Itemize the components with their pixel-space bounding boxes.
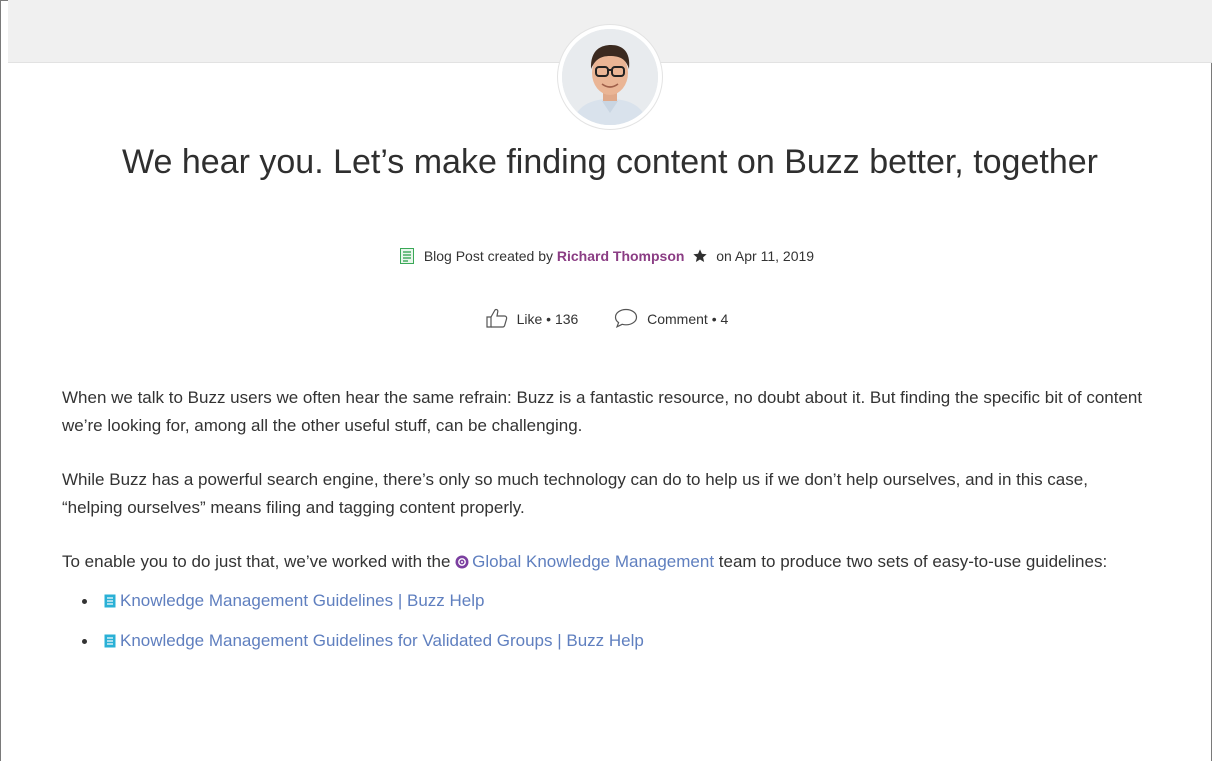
list-item: Knowledge Management Guidelines for Vali… xyxy=(82,622,1152,662)
avatar-photo xyxy=(562,29,658,125)
comment-separator: • xyxy=(711,311,717,327)
like-label: Like xyxy=(516,311,543,327)
like-separator: • xyxy=(546,311,552,327)
like-count: 136 xyxy=(554,311,579,327)
post-date: on Apr 11, 2019 xyxy=(716,248,815,264)
paragraph-3-text-start: To enable you to do just that, we’ve wor… xyxy=(62,552,456,571)
group-link-label: Global Knowledge Management xyxy=(472,552,715,571)
post-title: We hear you. Let’s make finding content … xyxy=(122,143,1098,181)
list-item: Knowledge Management Guidelines | Buzz H… xyxy=(82,582,1152,622)
post-actions: Like • 136 Comment • 4 xyxy=(0,308,1214,330)
km-guidelines-link[interactable]: Knowledge Management Guidelines | Buzz H… xyxy=(104,591,484,610)
km-validated-guidelines-link[interactable]: Knowledge Management Guidelines for Vali… xyxy=(104,631,644,650)
author-avatar[interactable] xyxy=(558,25,662,129)
like-button[interactable]: Like • 136 xyxy=(486,308,579,330)
guideline-links: Knowledge Management Guidelines | Buzz H… xyxy=(62,582,1152,662)
paragraph-2: While Buzz has a powerful search engine,… xyxy=(62,470,1088,517)
comment-count: 4 xyxy=(720,311,729,327)
post-type-label: Blog Post created by xyxy=(423,248,553,264)
paragraph-3-text-end: team to produce two sets of easy-to-use … xyxy=(714,552,1108,571)
km-guidelines-label: Knowledge Management Guidelines | Buzz H… xyxy=(120,591,485,610)
post-meta: Blog Post created by Richard Thompson on… xyxy=(0,246,1214,266)
thumbs-up-icon xyxy=(486,308,507,328)
speech-bubble-icon xyxy=(615,308,638,328)
paragraph-3: To enable you to do just that, we’ve wor… xyxy=(62,548,1152,578)
comment-button[interactable]: Comment • 4 xyxy=(614,308,728,330)
group-icon xyxy=(455,550,469,578)
global-km-group-link[interactable]: Global Knowledge Management xyxy=(455,552,714,571)
blog-post-icon xyxy=(399,248,414,269)
km-validated-guidelines-label: Knowledge Management Guidelines for Vali… xyxy=(120,631,644,650)
star-icon xyxy=(692,248,708,269)
document-icon xyxy=(104,584,116,622)
post-body: When we talk to Buzz users we often hear… xyxy=(62,384,1152,662)
document-icon xyxy=(104,624,116,662)
paragraph-1: When we talk to Buzz users we often hear… xyxy=(62,388,1143,435)
author-link[interactable]: Richard Thompson xyxy=(557,248,685,264)
comment-label: Comment xyxy=(647,311,708,327)
